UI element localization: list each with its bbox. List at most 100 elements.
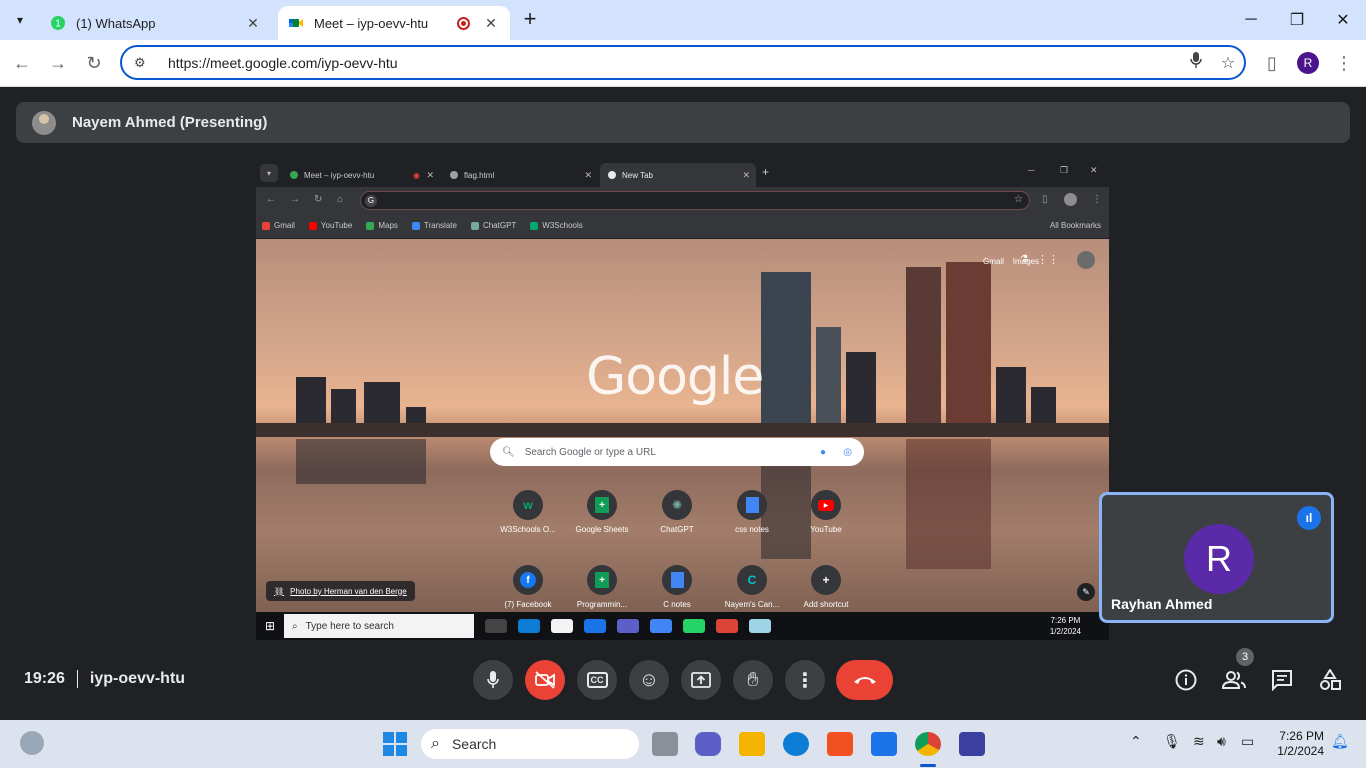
weather-icon[interactable] bbox=[20, 731, 44, 755]
camera-off-button[interactable] bbox=[525, 660, 565, 700]
shortcut-label: YouTube bbox=[810, 525, 842, 534]
captions-button[interactable]: CC bbox=[577, 660, 617, 700]
reactions-button[interactable]: ☺ bbox=[629, 660, 669, 700]
shared-home-icon: ⌂ bbox=[337, 194, 344, 205]
mail-icon bbox=[584, 619, 606, 633]
meet-icon bbox=[289, 19, 303, 27]
side-panel-icon[interactable]: ▯ bbox=[1259, 50, 1285, 76]
show-hidden-icons-icon[interactable]: ⌃ bbox=[1130, 733, 1142, 750]
present-screen-button[interactable] bbox=[681, 660, 721, 700]
presenter-avatar bbox=[32, 110, 56, 135]
tray-microphone-icon[interactable]: 🎙︎ bbox=[1163, 733, 1181, 750]
sheets-icon: + bbox=[587, 490, 617, 520]
edge-icon[interactable] bbox=[783, 732, 809, 756]
shortcut-label: Programmin... bbox=[576, 600, 628, 609]
back-icon[interactable]: ← bbox=[9, 50, 35, 76]
shared-profile-avatar bbox=[1064, 193, 1077, 206]
w3schools-icon: w bbox=[513, 490, 543, 520]
whatsapp-icon bbox=[683, 619, 705, 633]
address-bar[interactable]: ⚙ https://meet.google.com/iyp-oevv-htu ☆ bbox=[120, 45, 1246, 80]
shared-tab-title: New Tab bbox=[622, 170, 653, 180]
tab-whatsapp[interactable]: 1 (1) WhatsApp ✕ bbox=[40, 6, 272, 40]
shared-menu-icon: ⋮ bbox=[1092, 194, 1102, 205]
shared-tab-close-icon: ✕ bbox=[742, 169, 750, 180]
tab-close-icon[interactable]: ✕ bbox=[244, 15, 262, 32]
skyline-tower bbox=[906, 267, 941, 437]
youtube-icon: ▶ bbox=[811, 490, 841, 520]
microphone-button[interactable] bbox=[473, 660, 513, 700]
more-options-button[interactable]: ⋮ bbox=[785, 660, 825, 700]
google-icon: G bbox=[365, 195, 377, 207]
store-icon bbox=[551, 619, 573, 633]
recording-icon: ◉ bbox=[413, 170, 420, 180]
tab-search-chevron-icon[interactable]: ▾ bbox=[8, 8, 32, 32]
shortcut-label: ChatGPT bbox=[660, 525, 694, 534]
notification-bell-icon[interactable]: 🔔︎ bbox=[1331, 733, 1349, 750]
task-view-icon[interactable] bbox=[652, 732, 678, 756]
people-icon bbox=[1222, 671, 1246, 689]
file-explorer-icon[interactable] bbox=[739, 732, 765, 756]
chrome-icon[interactable] bbox=[915, 732, 941, 756]
shared-back-icon: ← bbox=[266, 194, 276, 205]
emoji-icon: ☺ bbox=[638, 668, 660, 691]
taskbar-clock[interactable]: 7:26 PM 1/2/2024 bbox=[1270, 729, 1324, 759]
camera-off-icon bbox=[535, 671, 555, 689]
bookmark-star-icon[interactable]: ☆ bbox=[1212, 53, 1244, 73]
google-logo: Google bbox=[586, 347, 764, 407]
teams-chat-icon[interactable] bbox=[695, 732, 721, 756]
leave-call-button[interactable] bbox=[836, 660, 893, 700]
whatsapp-icon: 1 bbox=[51, 16, 65, 30]
restore-icon[interactable]: ❐ bbox=[1274, 0, 1320, 40]
profile-avatar[interactable]: R bbox=[1297, 52, 1319, 74]
shared-side-panel-icon: ▯ bbox=[1042, 194, 1048, 205]
divider bbox=[76, 670, 78, 688]
forward-icon[interactable]: → bbox=[45, 50, 71, 76]
meeting-info-button[interactable] bbox=[1173, 667, 1199, 693]
copilot-icon[interactable] bbox=[959, 732, 985, 756]
taskbar-search[interactable]: ⌕ Search bbox=[421, 729, 639, 759]
close-window-icon[interactable]: ✕ bbox=[1320, 0, 1366, 40]
skyline-shore bbox=[256, 423, 1109, 437]
volume-icon[interactable]: 🔊︎ bbox=[1217, 733, 1226, 750]
shortcut-label: Google Sheets bbox=[575, 525, 629, 534]
tab-close-icon[interactable]: ✕ bbox=[482, 15, 500, 32]
shared-tab-title: Meet – iyp-oevv-htu bbox=[304, 170, 375, 180]
site-settings-icon[interactable]: ⚙ bbox=[134, 55, 152, 71]
shared-tab-title: flag.html bbox=[464, 170, 495, 180]
shared-tab-search-icon: ▾ bbox=[260, 164, 278, 182]
new-tab-button[interactable]: + bbox=[518, 8, 542, 32]
shared-tab-flag: flag.html ✕ bbox=[442, 163, 598, 187]
people-button[interactable] bbox=[1221, 667, 1247, 693]
battery-icon[interactable]: ▭ bbox=[1241, 733, 1254, 750]
ntp-search-box: 🔍︎ Search Google or type a URL ● ◎ bbox=[490, 438, 864, 466]
mail-icon[interactable] bbox=[871, 732, 897, 756]
meet-icon bbox=[290, 171, 298, 179]
search-icon: 🔍︎ bbox=[502, 446, 515, 458]
microsoft-store-icon[interactable] bbox=[827, 732, 853, 756]
raise-hand-button[interactable]: ✋︎ bbox=[733, 660, 773, 700]
chat-button[interactable] bbox=[1269, 667, 1295, 693]
microphone-icon[interactable] bbox=[1180, 52, 1212, 73]
recording-icon bbox=[457, 16, 470, 30]
sheets-icon: + bbox=[587, 565, 617, 595]
present-screen-icon bbox=[691, 672, 711, 688]
shared-tab-close-icon: ✕ bbox=[426, 169, 434, 180]
activities-button[interactable] bbox=[1317, 667, 1343, 693]
windows-start-icon[interactable] bbox=[383, 732, 407, 756]
tab-meet[interactable]: Meet – iyp-oevv-htu ✕ bbox=[278, 6, 510, 40]
info-icon bbox=[1175, 669, 1197, 691]
shortcut-label: C notes bbox=[663, 600, 691, 609]
closed-captions-icon: CC bbox=[586, 672, 608, 688]
shortcut-youtube: ▶ YouTube bbox=[786, 490, 866, 534]
bookmark-label: Gmail bbox=[274, 221, 295, 230]
google-lens-icon: ◎ bbox=[843, 446, 852, 458]
presenter-label: Nayem Ahmed (Presenting) bbox=[72, 114, 268, 131]
wifi-icon[interactable]: ≋ bbox=[1193, 733, 1205, 750]
minimize-icon[interactable]: ─ bbox=[1228, 0, 1274, 40]
chrome-icon bbox=[716, 619, 738, 633]
gmail-icon bbox=[262, 221, 270, 230]
reload-icon[interactable]: ↻ bbox=[81, 50, 107, 76]
skyline-tower bbox=[761, 272, 811, 437]
chrome-menu-icon[interactable]: ⋮ bbox=[1331, 50, 1357, 76]
self-video-tile[interactable]: ıl R Rayhan Ahmed bbox=[1099, 492, 1334, 623]
